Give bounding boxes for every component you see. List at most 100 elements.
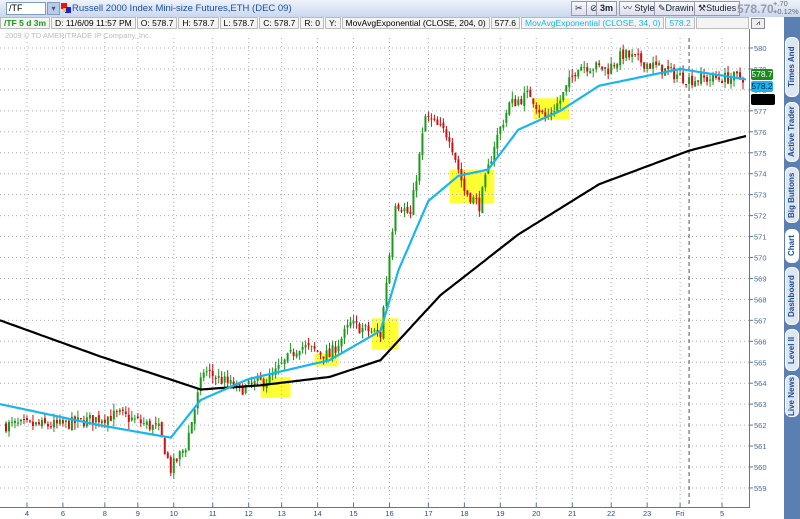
candle-body xyxy=(223,376,226,383)
price-tick-label: 561 xyxy=(754,442,767,451)
candle-body xyxy=(52,419,55,428)
candle-body xyxy=(415,181,418,191)
price-chart[interactable]: 5595605615625635645655665675685695705715… xyxy=(0,0,784,519)
time-tick-label: 9 xyxy=(136,509,140,518)
candle-body xyxy=(616,63,619,69)
side-tab-dashboard[interactable]: Dashboard xyxy=(785,267,799,325)
candle-body xyxy=(682,72,685,83)
candle-body xyxy=(322,356,325,359)
time-tick-label: 5 xyxy=(720,509,724,518)
candle-body xyxy=(313,346,316,349)
candle-body xyxy=(583,66,586,68)
candle-body xyxy=(637,53,640,55)
ema34-price-tag: 578.2 xyxy=(751,81,773,92)
candle-body xyxy=(112,410,115,420)
side-tab-times-and-sales[interactable]: Times And Sales xyxy=(785,37,800,97)
candle-body xyxy=(631,54,634,57)
candle-body xyxy=(379,332,382,338)
candle-body xyxy=(100,420,103,424)
candle-body xyxy=(700,73,703,84)
candle-body xyxy=(421,133,424,156)
candle-body xyxy=(643,62,646,69)
price-tick-label: 563 xyxy=(754,400,767,409)
candle-body xyxy=(130,417,133,421)
candle-body xyxy=(508,102,511,115)
side-tab-active-trader[interactable]: Active Trader xyxy=(785,102,799,162)
candle-body xyxy=(124,411,127,414)
price-tick-label: 580 xyxy=(754,44,767,53)
candle-body xyxy=(688,77,691,84)
price-tick-label: 574 xyxy=(754,170,767,179)
side-tab-big-buttons[interactable]: Big Buttons xyxy=(785,167,799,223)
candle-body xyxy=(613,65,616,67)
candle-body xyxy=(472,197,475,204)
candle-body xyxy=(154,423,157,425)
candle-body xyxy=(337,345,340,352)
ema34-line xyxy=(0,67,747,439)
candle-body xyxy=(343,328,346,338)
candle-body xyxy=(64,420,67,422)
candle-body xyxy=(451,142,454,153)
candle-body xyxy=(34,422,37,425)
candle-body xyxy=(118,409,121,413)
candle-body xyxy=(529,89,532,97)
candle-body xyxy=(370,331,373,333)
candle-body xyxy=(391,231,394,258)
price-tick-label: 569 xyxy=(754,274,767,283)
candle-body xyxy=(280,362,283,364)
candle-body xyxy=(316,350,319,352)
candle-body xyxy=(418,153,421,182)
candle-body xyxy=(364,325,367,327)
candle-body xyxy=(652,62,655,69)
price-tick-label: 570 xyxy=(754,254,767,263)
side-tab-live-news[interactable]: Live News xyxy=(785,375,799,417)
candle-body xyxy=(475,197,478,199)
candle-body xyxy=(691,75,694,86)
candle-body xyxy=(190,421,193,434)
price-tick-label: 562 xyxy=(754,421,767,430)
time-tick-label: 6 xyxy=(61,509,65,518)
candle-body xyxy=(46,423,49,427)
price-tick-label: 575 xyxy=(754,149,767,158)
candle-body xyxy=(478,197,481,212)
candle-body xyxy=(481,187,484,214)
candle-body xyxy=(685,84,688,86)
side-tab-chart[interactable]: Chart xyxy=(785,229,799,263)
candle-body xyxy=(115,411,118,413)
candle-body xyxy=(181,450,184,453)
candle-body xyxy=(28,420,31,422)
candle-body xyxy=(709,79,712,81)
candle-body xyxy=(301,346,304,350)
candle-body xyxy=(514,98,517,107)
candle-body xyxy=(679,73,682,76)
candle-body xyxy=(628,50,631,58)
candle-body xyxy=(55,419,58,424)
candle-body xyxy=(565,85,568,92)
candle-body xyxy=(205,371,208,373)
time-tick-label: 13 xyxy=(277,509,285,518)
candle-body xyxy=(502,124,505,128)
side-tab-level-ii[interactable]: Level II xyxy=(785,329,799,371)
price-tick-label: 571 xyxy=(754,233,767,242)
candle-body xyxy=(19,419,22,422)
candle-body xyxy=(133,418,136,420)
candle-body xyxy=(7,422,10,432)
candle-body xyxy=(721,80,724,83)
candle-body xyxy=(268,375,271,385)
time-tick-label: Fri xyxy=(676,509,685,518)
price-tick-label: 577 xyxy=(754,107,767,116)
candle-body xyxy=(295,353,298,357)
candle-body xyxy=(289,350,292,352)
candle-body xyxy=(523,92,526,107)
candle-body xyxy=(448,137,451,142)
candle-body xyxy=(121,409,124,411)
candle-body xyxy=(304,345,307,348)
last-price-tag: 578.7 xyxy=(751,69,773,80)
candle-body xyxy=(139,419,142,424)
candle-body xyxy=(724,72,727,83)
candle-body xyxy=(526,90,529,93)
time-tick-label: 21 xyxy=(568,509,576,518)
candle-body xyxy=(586,67,589,72)
candle-body xyxy=(145,421,148,425)
candle-body xyxy=(589,71,592,74)
